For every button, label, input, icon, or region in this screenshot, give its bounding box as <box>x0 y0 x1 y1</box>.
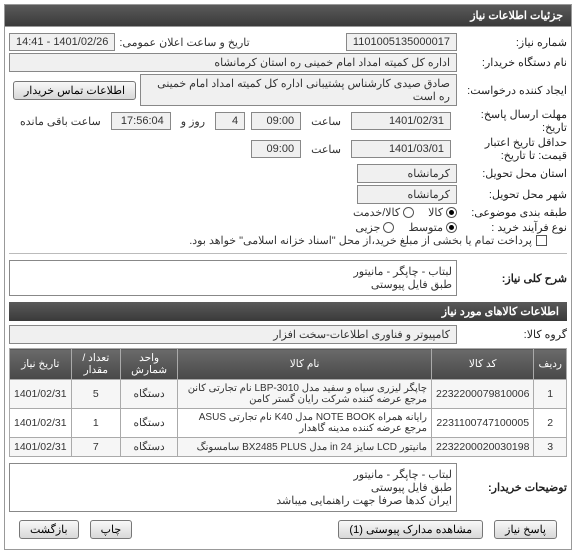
contact-button[interactable]: اطلاعات تماس خریدار <box>13 81 136 100</box>
col-code: کد کالا <box>432 349 534 380</box>
cell-qty: 7 <box>71 438 120 457</box>
remain-time: 17:56:04 <box>111 112 171 130</box>
class-radio-group: کالا کالا/خدمت <box>353 206 457 219</box>
buy-type-radio-group: متوسط جزیی <box>355 221 457 234</box>
cell-row: 3 <box>534 438 567 457</box>
delivery-city-label: شهر محل تحویل: <box>457 188 567 201</box>
cell-unit: دستگاه <box>121 409 178 438</box>
col-qty: تعداد / مقدار <box>71 349 120 380</box>
pay-note: پرداخت تمام یا بخشی از مبلغ خرید،از محل … <box>189 234 532 247</box>
valid-time: 09:00 <box>251 140 301 158</box>
cell-code: 2231100747100005 <box>432 409 534 438</box>
radio-dot-icon <box>403 207 414 218</box>
need-no-value: 1101005135000017 <box>346 33 457 51</box>
cell-name: رایانه همراه NOTE BOOK مدل K40 نام تجارت… <box>178 409 432 438</box>
details-panel: جزئیات اطلاعات نیاز شماره نیاز: 11010051… <box>4 4 572 550</box>
goods-header: اطلاعات کالاهای مورد نیاز <box>9 302 567 321</box>
cell-unit: دستگاه <box>121 438 178 457</box>
time-label-2: ساعت <box>307 143 345 156</box>
table-row[interactable]: 12232200079810006چاپگر لیزری سیاه و سفید… <box>10 380 567 409</box>
extra-box: لبتاب - چاپگر - مانیتور طبق فایل پیوستی … <box>9 463 457 512</box>
creator-label: ایجاد کننده درخواست: <box>457 84 567 97</box>
cell-code: 2232200079810006 <box>432 380 534 409</box>
valid-date: 1401/03/01 <box>351 140 451 158</box>
time-label-1: ساعت <box>307 115 345 128</box>
creator-value: صادق صیدی کارشناس پشتیبانی اداره کل کمیت… <box>140 74 457 106</box>
cell-name: چاپگر لیزری سیاه و سفید مدل LBP-3010 نام… <box>178 380 432 409</box>
answer-button[interactable]: پاسخ نیاز <box>494 520 557 539</box>
class-label: طبقه بندی موضوعی: <box>457 206 567 219</box>
buyer-label: نام دستگاه خریدار: <box>457 56 567 69</box>
need-title-box: لبتاب - چاپگر - مانیتور طبق فایل پیوستی <box>9 260 457 296</box>
cell-code: 2232200020030198 <box>432 438 534 457</box>
radio-dot-icon <box>383 222 394 233</box>
remain-label: ساعت باقی مانده <box>16 115 105 128</box>
delivery-prov-label: استان محل تحویل: <box>457 167 567 180</box>
cell-date: 1401/02/31 <box>10 380 72 409</box>
panel-title: جزئیات اطلاعات نیاز <box>5 5 571 27</box>
day-label: روز و <box>177 115 209 128</box>
radio-kala[interactable]: کالا <box>428 206 457 219</box>
cell-date: 1401/02/31 <box>10 409 72 438</box>
cell-date: 1401/02/31 <box>10 438 72 457</box>
col-unit: واحد شمارش <box>121 349 178 380</box>
buyer-value: اداره کل کمیته امداد امام خمینی ره استان… <box>9 53 457 72</box>
need-title-label: شرح کلی نیاز: <box>457 272 567 285</box>
cell-row: 1 <box>534 380 567 409</box>
pay-checkbox[interactable]: پرداخت تمام یا بخشی از مبلغ خرید،از محل … <box>189 234 547 247</box>
cell-unit: دستگاه <box>121 380 178 409</box>
table-row[interactable]: 22231100747100005رایانه همراه NOTE BOOK … <box>10 409 567 438</box>
radio-dot-icon <box>446 207 457 218</box>
radio-medium[interactable]: متوسط <box>408 221 457 234</box>
footer-bar: پاسخ نیاز مشاهده مدارک پیوستی (1) چاپ با… <box>9 514 567 545</box>
delivery-city: کرمانشاه <box>357 185 457 204</box>
group-value: کامپیوتر و فناوری اطلاعات-سخت افزار <box>9 325 457 344</box>
radio-dot-icon <box>446 222 457 233</box>
buy-type-label: نوع فرآیند خرید : <box>457 221 567 234</box>
cell-qty: 5 <box>71 380 120 409</box>
cell-name: مانیتور LCD سایز 24 in مدل BX2485 PLUS س… <box>178 438 432 457</box>
attach-button[interactable]: مشاهده مدارک پیوستی (1) <box>338 520 483 539</box>
radio-service[interactable]: کالا/خدمت <box>353 206 414 219</box>
col-row: ردیف <box>534 349 567 380</box>
col-date: تاریخ نیاز <box>10 349 72 380</box>
table-row[interactable]: 32232200020030198مانیتور LCD سایز 24 in … <box>10 438 567 457</box>
days-value: 4 <box>215 112 245 130</box>
cell-row: 2 <box>534 409 567 438</box>
back-button[interactable]: بازگشت <box>19 520 79 539</box>
col-name: نام کالا <box>178 349 432 380</box>
cell-qty: 1 <box>71 409 120 438</box>
radio-small[interactable]: جزیی <box>355 221 394 234</box>
items-table: ردیف کد کالا نام کالا واحد شمارش تعداد /… <box>9 348 567 457</box>
deadline-date: 1401/02/31 <box>351 112 451 130</box>
need-no-label: شماره نیاز: <box>457 36 567 49</box>
group-label: گروه کالا: <box>457 328 567 341</box>
announce-value: 1401/02/26 - 14:41 <box>9 33 115 51</box>
announce-label: تاریخ و ساعت اعلان عمومی: <box>115 36 253 49</box>
delivery-prov: کرمانشاه <box>357 164 457 183</box>
valid-label: حداقل تاریخ اعتبارقیمت: تا تاریخ: <box>457 136 567 162</box>
extra-label: توضیحات خریدار: <box>457 481 567 494</box>
checkbox-icon <box>536 235 547 246</box>
deadline-time: 09:00 <box>251 112 301 130</box>
print-button[interactable]: چاپ <box>90 520 133 539</box>
deadline-label: مهلت ارسال پاسخ:تاریخ: <box>457 108 567 134</box>
